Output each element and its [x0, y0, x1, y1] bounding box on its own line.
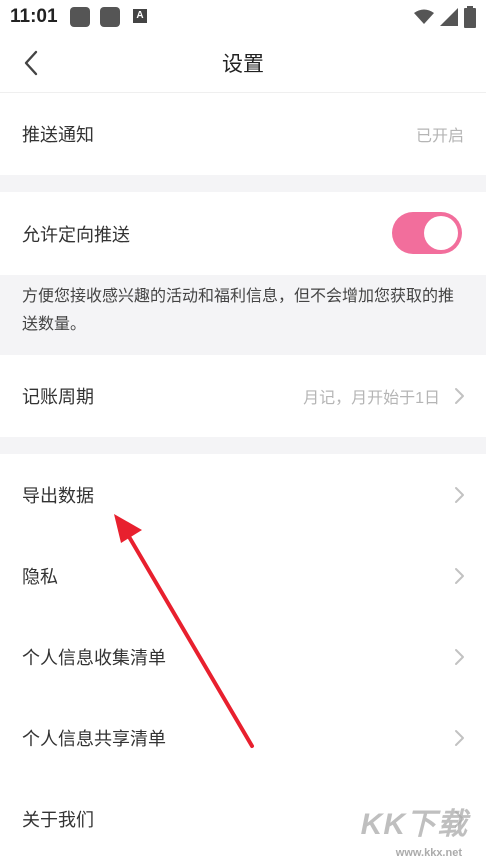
text-notification-icon: A [133, 9, 147, 23]
row-targeted-push: 允许定向推送 [0, 192, 486, 275]
row-export-data[interactable]: 导出数据 [0, 454, 486, 535]
wifi-icon [414, 9, 434, 24]
row-value: 已开启 [415, 128, 464, 145]
chevron-right-icon [455, 388, 464, 404]
nav-bar: 设置 [0, 34, 486, 90]
signal-icon [440, 8, 458, 26]
row-label: 隐私 [22, 566, 58, 587]
row-value: 月记，月开始于1日 [303, 390, 440, 407]
app-notification-icon [70, 7, 90, 27]
section-gap [0, 437, 486, 454]
watermark-text: KK下载 [360, 808, 468, 841]
row-privacy[interactable]: 隐私 [0, 535, 486, 616]
status-indicators [414, 6, 476, 28]
row-label: 推送通知 [22, 125, 94, 145]
row-label: 导出数据 [22, 485, 94, 506]
chevron-right-icon [455, 567, 464, 584]
page-title: 设置 [222, 53, 264, 76]
app-notification-icon [100, 7, 120, 27]
status-time: 11:01 [10, 6, 58, 27]
chevron-right-icon [455, 648, 464, 665]
chevron-right-icon [455, 486, 464, 503]
row-push-notification[interactable]: 推送通知 已开启 [0, 93, 486, 175]
row-label: 关于我们 [22, 809, 94, 830]
section-gap [0, 175, 486, 192]
toggle-knob [424, 216, 458, 250]
row-label: 个人信息收集清单 [22, 647, 166, 668]
row-label: 个人信息共享清单 [22, 728, 166, 749]
battery-icon [464, 6, 476, 28]
row-label: 记账周期 [22, 387, 94, 407]
targeted-push-description: 方便您接收感兴趣的活动和福利信息，但不会增加您获取的推送数量。 [0, 275, 486, 355]
row-personal-info-collection[interactable]: 个人信息收集清单 [0, 616, 486, 697]
row-label: 允许定向推送 [22, 224, 130, 245]
row-personal-info-sharing[interactable]: 个人信息共享清单 [0, 697, 486, 778]
targeted-push-toggle[interactable] [392, 212, 462, 254]
watermark-url: www.kkx.net [395, 847, 462, 859]
row-billing-cycle[interactable]: 记账周期 月记，月开始于1日 [0, 355, 486, 437]
watermark: KK下载 www.kkx.net [358, 799, 468, 859]
chevron-right-icon [455, 729, 464, 746]
status-bar: 11:01 A [0, 0, 486, 34]
